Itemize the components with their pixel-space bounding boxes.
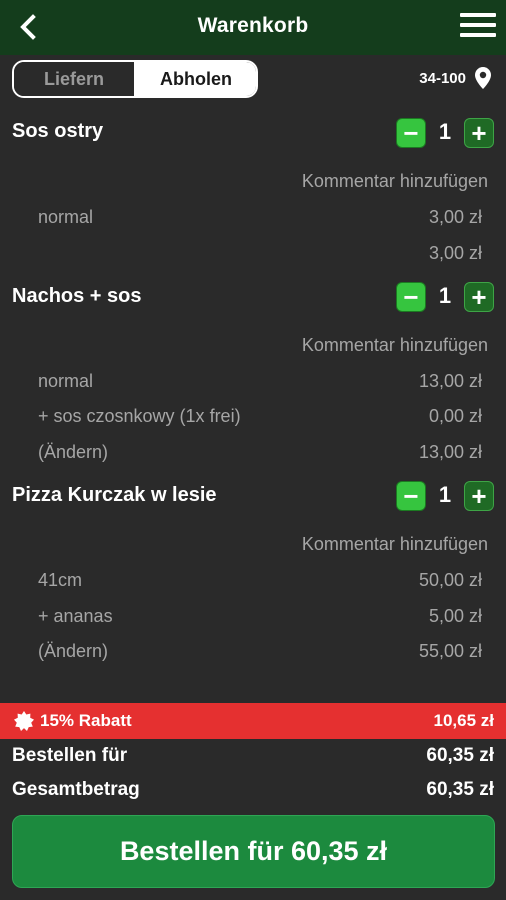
- item-line-price: 0,00 zł: [428, 406, 482, 426]
- increase-quantity-button[interactable]: +: [464, 481, 494, 511]
- item-subtotal-price: 3,00 zł: [428, 243, 482, 263]
- quantity-value: 1: [438, 283, 452, 308]
- discount-label: 15% Rabatt: [40, 711, 132, 730]
- item-subtotal-price: 13,00 zł: [418, 442, 482, 462]
- plus-icon: +: [471, 481, 487, 511]
- total-value: 60,35 zł: [426, 779, 494, 800]
- quantity-value: 1: [438, 482, 452, 507]
- edit-item-link[interactable]: (Ändern): [38, 641, 108, 662]
- discount-value: 10,65 zł: [433, 711, 495, 730]
- item-line-price: 3,00 zł: [428, 207, 482, 227]
- quantity-stepper: − 1 +: [396, 481, 494, 513]
- location-selector[interactable]: 34-100: [419, 66, 492, 90]
- place-order-button[interactable]: Bestellen für 60,35 zł: [12, 815, 495, 888]
- app-header: Warenkorb: [0, 0, 506, 55]
- add-comment-link[interactable]: Kommentar hinzufügen: [302, 171, 488, 192]
- location-code: 34-100: [419, 69, 466, 87]
- quantity-stepper: − 1 +: [396, 118, 494, 150]
- decrease-quantity-button[interactable]: −: [396, 481, 426, 511]
- item-line-price: 50,00 zł: [418, 570, 482, 590]
- item-subtotal-price: 55,00 zł: [418, 641, 482, 661]
- quantity-value: 1: [438, 119, 452, 144]
- decrease-quantity-button[interactable]: −: [396, 282, 426, 312]
- minus-icon: −: [403, 118, 419, 148]
- order-for-value: 60,35 zł: [426, 745, 494, 766]
- item-line-label: + sos czosnkowy (1x frei): [38, 406, 241, 426]
- decrease-quantity-button[interactable]: −: [396, 118, 426, 148]
- delivery-mode-toggle: Liefern Abholen: [12, 60, 258, 98]
- item-line-price: 13,00 zł: [418, 371, 482, 391]
- cart-item-name: Nachos + sos: [12, 285, 142, 307]
- toggle-option-deliver[interactable]: Liefern: [14, 62, 136, 96]
- item-line-price: 5,00 zł: [428, 606, 482, 626]
- hamburger-menu-icon[interactable]: [460, 13, 496, 43]
- map-pin-icon: [475, 67, 491, 89]
- item-line-label: normal: [38, 207, 94, 227]
- minus-icon: −: [403, 282, 419, 312]
- increase-quantity-button[interactable]: +: [464, 118, 494, 148]
- order-for-label: Bestellen für: [12, 745, 128, 766]
- minus-icon: −: [403, 481, 419, 511]
- add-comment-link[interactable]: Kommentar hinzufügen: [302, 534, 488, 555]
- toggle-option-pickup[interactable]: Abholen: [136, 62, 256, 96]
- plus-icon: +: [471, 282, 487, 312]
- cart-item-name: Pizza Kurczak w lesie: [12, 484, 217, 506]
- increase-quantity-button[interactable]: +: [464, 282, 494, 312]
- edit-item-link[interactable]: (Ändern): [38, 442, 108, 463]
- badge-icon: [14, 711, 34, 731]
- item-line-label: normal: [38, 371, 94, 391]
- discount-banner: 15% Rabatt 10,65 zł: [0, 703, 506, 739]
- item-line-label: + ananas: [38, 606, 113, 626]
- cart-item-name: Sos ostry: [12, 120, 104, 142]
- item-line-label: 41cm: [38, 570, 83, 590]
- quantity-stepper: − 1 +: [396, 282, 494, 314]
- add-comment-link[interactable]: Kommentar hinzufügen: [302, 335, 488, 356]
- total-label: Gesamtbetrag: [12, 779, 140, 800]
- page-title: Warenkorb: [197, 14, 309, 37]
- plus-icon: +: [471, 118, 487, 148]
